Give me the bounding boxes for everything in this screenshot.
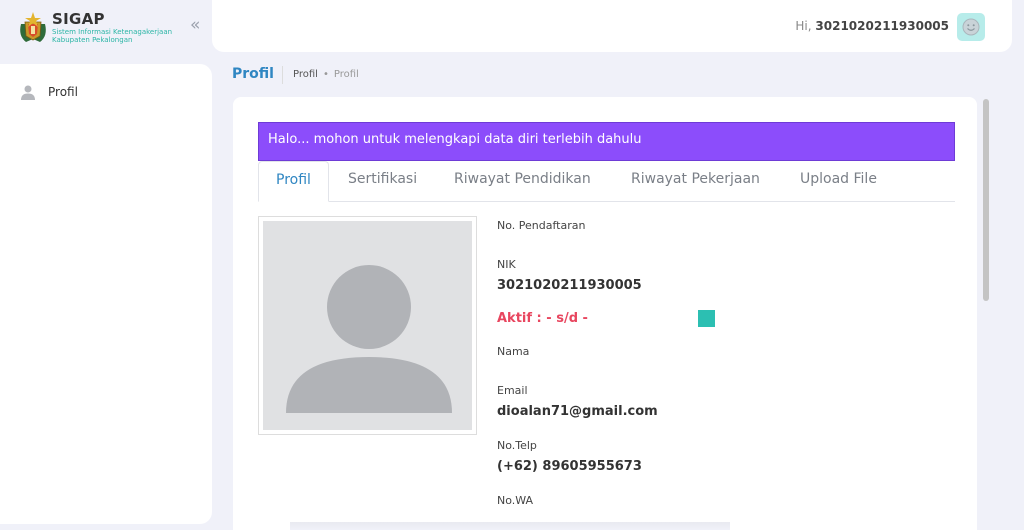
- no-pendaftaran-label: No. Pendaftaran: [497, 219, 586, 232]
- alert-banner: Halo... mohon untuk melengkapi data diri…: [258, 122, 955, 161]
- page-title: Profil: [232, 66, 274, 82]
- smiley-icon: [962, 18, 980, 36]
- greeting-text: Hi,: [795, 19, 812, 33]
- tab-profil[interactable]: Profil: [258, 161, 329, 202]
- avatar[interactable]: [957, 13, 985, 41]
- email-value: dioalan71@gmail.com: [497, 404, 658, 419]
- brand-subtitle: Sistem Informasi Ketenagakerjaan Kabupat…: [52, 28, 173, 44]
- sidebar-item-label: Profil: [48, 85, 78, 99]
- breadcrumb-item-current: Profil: [333, 69, 359, 80]
- sidebar: Profil: [0, 64, 212, 524]
- top-bar: Hi, 3021020211930005: [212, 0, 1012, 52]
- wa-label: No.WA: [497, 494, 534, 507]
- tab-riwayat-pekerjaan[interactable]: Riwayat Pekerjaan: [631, 171, 760, 187]
- person-placeholder-icon: [286, 265, 452, 413]
- telp-value: (+62) 89605955673: [497, 459, 642, 474]
- photo-placeholder: [263, 221, 472, 430]
- tab-riwayat-pendidikan[interactable]: Riwayat Pendidikan: [454, 171, 591, 187]
- logo-icon: [20, 12, 46, 42]
- brand: SIGAP Sistem Informasi Ketenagakerjaan K…: [18, 9, 208, 49]
- tab-sertifikasi[interactable]: Sertifikasi: [348, 171, 417, 187]
- aktif-status: Aktif : - s/d -: [497, 311, 588, 326]
- user-icon: [21, 85, 35, 100]
- telp-label: No.Telp: [497, 439, 537, 452]
- breadcrumb-separator: •: [322, 69, 329, 80]
- breadcrumb-item[interactable]: Profil: [293, 69, 318, 80]
- profile-tabs: Profil Sertifikasi Riwayat Pendidikan Ri…: [258, 161, 955, 202]
- collapse-sidebar-icon[interactable]: «: [190, 15, 200, 35]
- user-greeting: Hi, 3021020211930005: [795, 19, 949, 33]
- brand-title: SIGAP: [52, 10, 105, 28]
- scrollbar-thumb[interactable]: [983, 99, 989, 301]
- tab-upload-file[interactable]: Upload File: [800, 171, 877, 187]
- profile-photo: [258, 216, 477, 435]
- status-indicator: [698, 310, 715, 327]
- email-label: Email: [497, 384, 528, 397]
- nama-label: Nama: [497, 345, 530, 358]
- breadcrumb: Profil • Profil: [293, 69, 359, 80]
- scrollbar[interactable]: [980, 97, 992, 523]
- nik-label: NIK: [497, 258, 516, 271]
- username: 3021020211930005: [815, 19, 949, 33]
- bottom-shadow: [290, 522, 730, 530]
- sidebar-item-profil[interactable]: Profil: [20, 84, 78, 100]
- breadcrumb-divider: [282, 66, 283, 84]
- nik-value: 3021020211930005: [497, 278, 642, 293]
